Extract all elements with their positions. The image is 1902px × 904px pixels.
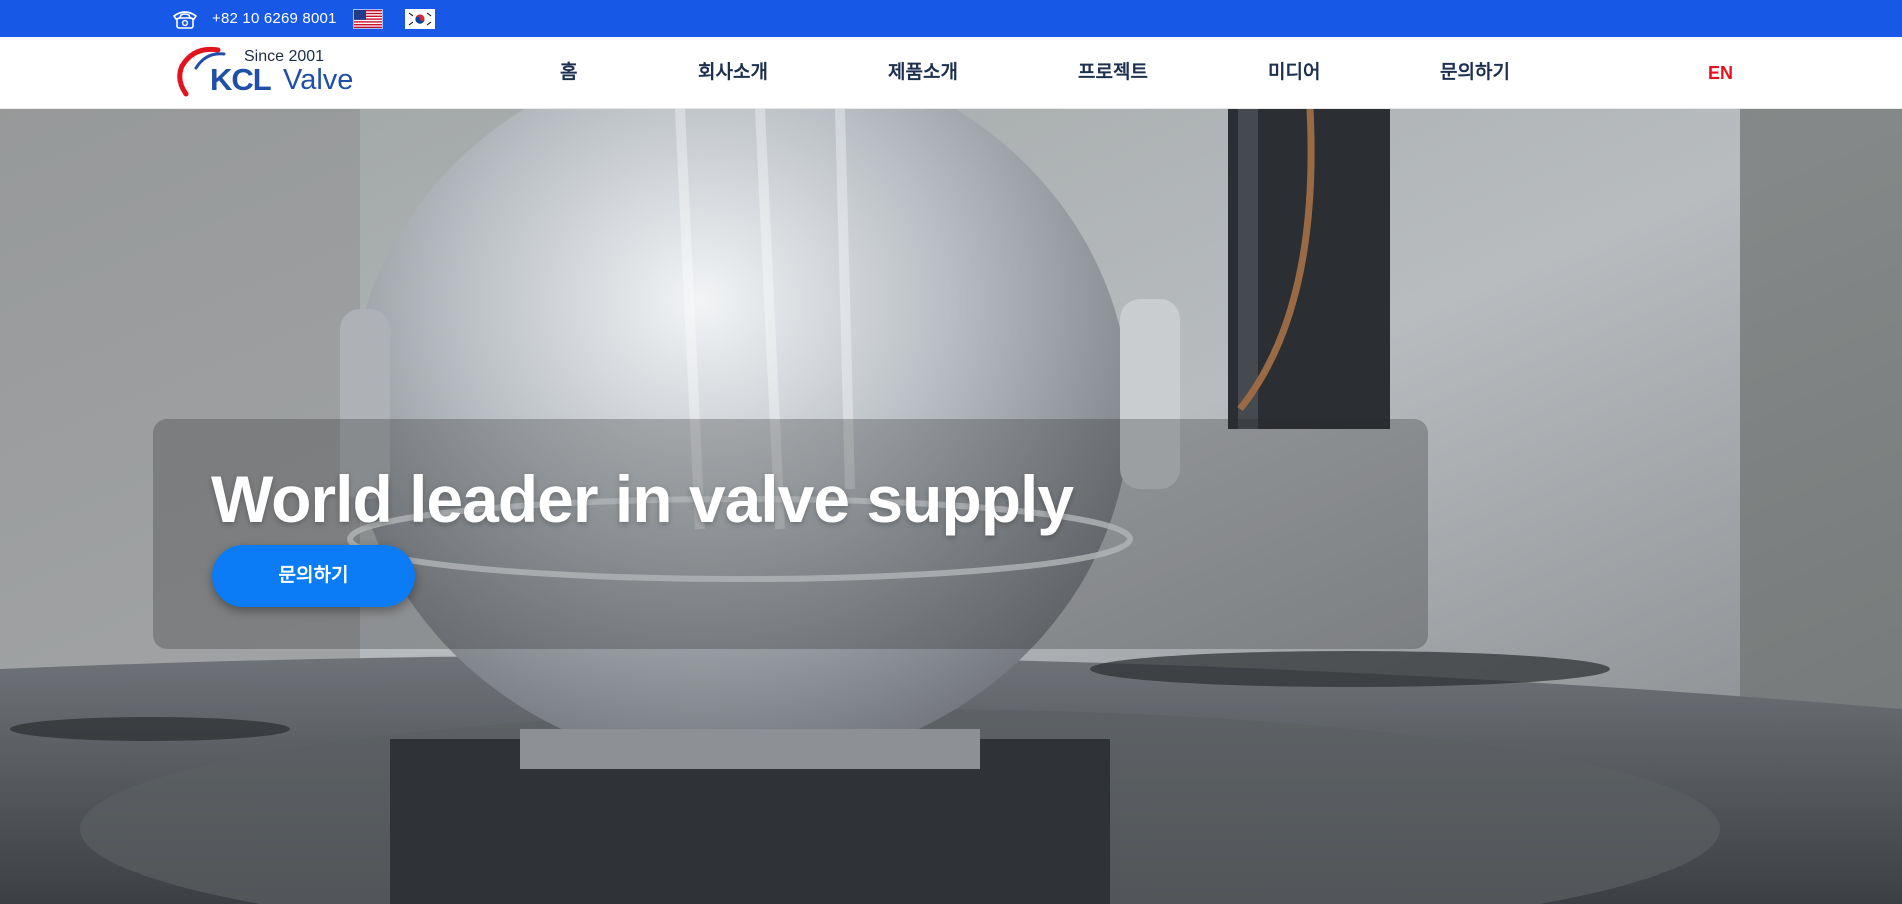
nav-item-home[interactable]: 홈 bbox=[560, 37, 577, 109]
main-nav: 홈 회사소개 제품소개 프로젝트 미디어 문의하기 bbox=[0, 37, 1902, 109]
hero-title: World leader in valve supply bbox=[211, 462, 1074, 536]
nav-item-contact[interactable]: 문의하기 bbox=[1440, 37, 1510, 109]
language-switch[interactable]: EN bbox=[1708, 37, 1733, 109]
nav-item-projects[interactable]: 프로젝트 bbox=[1078, 37, 1148, 109]
korea-flag-icon[interactable] bbox=[404, 8, 435, 29]
phone-icon bbox=[172, 8, 198, 30]
us-flag-icon[interactable] bbox=[352, 8, 383, 29]
nav-item-company[interactable]: 회사소개 bbox=[698, 37, 768, 109]
nav-item-media[interactable]: 미디어 bbox=[1268, 37, 1320, 109]
site-header: Since 2001 KCL Valve 홈 회사소개 제품소개 프로젝트 미디… bbox=[0, 37, 1902, 109]
top-contact-bar: +82 10 6269 8001 bbox=[0, 0, 1902, 37]
nav-item-products[interactable]: 제품소개 bbox=[888, 37, 958, 109]
contact-button[interactable]: 문의하기 bbox=[212, 545, 415, 607]
phone-number[interactable]: +82 10 6269 8001 bbox=[212, 10, 337, 27]
hero-section: World leader in valve supply 문의하기 bbox=[0, 109, 1902, 904]
